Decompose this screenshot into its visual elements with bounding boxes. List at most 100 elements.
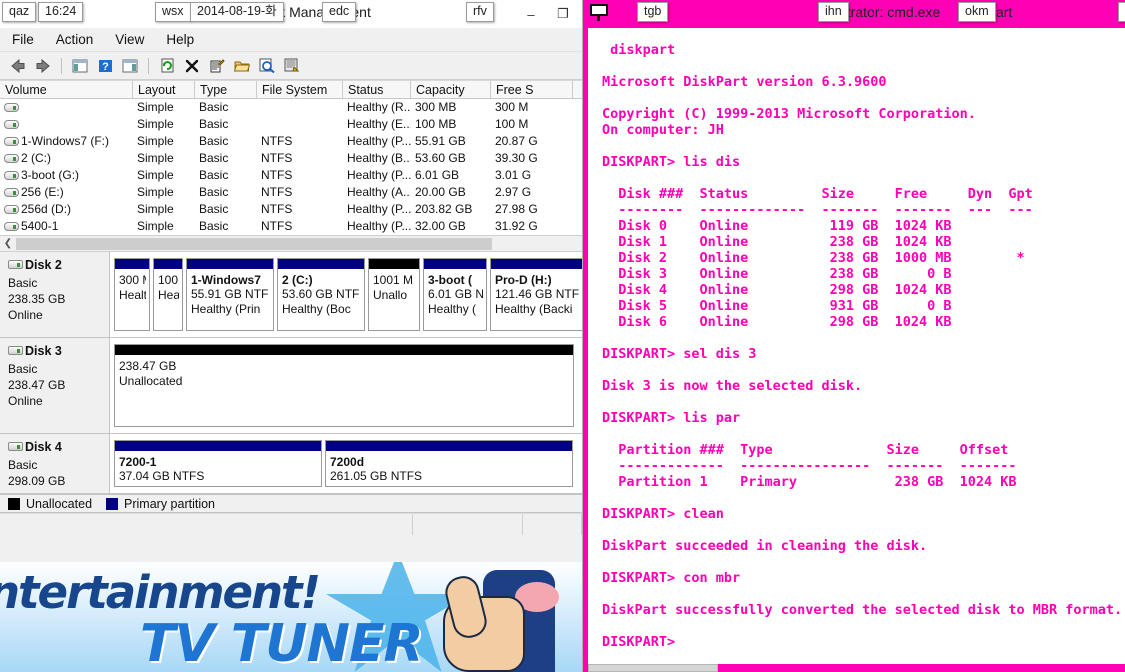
hotkey-chip[interactable]: qaz [2, 2, 37, 22]
legend-label-unallocated: Unallocated [26, 496, 93, 511]
hotkey-chip[interactable]: okm [958, 2, 996, 22]
disk-info: Disk 3 Basic 238.47 GB Online [0, 338, 110, 433]
disk-state: Online [8, 394, 43, 408]
volume-label: 3-boot (G:) [21, 168, 80, 182]
hotkey-chip[interactable]: edc [322, 2, 357, 22]
menu-item-file[interactable]: File [12, 32, 34, 47]
table-row[interactable]: 256 (E:) Simple Basic NTFS Healthy (A... 20.0… [0, 184, 582, 201]
partition-label: 7200-1 [119, 455, 157, 469]
advertisement-banner[interactable]: ntertainment! TV TUNER [0, 562, 582, 672]
scroll-left-icon[interactable]: ❮ [0, 238, 16, 249]
partition[interactable]: 1001 M Unallo [368, 258, 420, 331]
disk-icon [8, 346, 23, 355]
partition[interactable]: 2 (C:) 53.60 GB NTF Healthy (Boc [277, 258, 365, 331]
column-header-file-system[interactable]: File System [257, 81, 343, 98]
partition[interactable]: 300 MHealt [114, 258, 150, 331]
hotkey-chip[interactable]: 16:24 [38, 2, 84, 22]
column-header-layout[interactable]: Layout [133, 81, 195, 98]
console-line: Copyright (C) 1999-2013 Microsoft Corpor… [602, 106, 976, 122]
column-header-free-space[interactable]: Free S [491, 81, 573, 98]
volume-list[interactable]: Volume Layout Type File System Status Ca… [0, 80, 582, 251]
partition-color-bar [115, 441, 321, 451]
column-header-status[interactable]: Status [343, 81, 411, 98]
column-header-type[interactable]: Type [195, 81, 257, 98]
cell-capacity: 55.91 GB [415, 134, 466, 148]
table-row[interactable]: Simple Basic Healthy (E... 100 MB 100 M [0, 116, 582, 133]
delete-icon[interactable] [182, 56, 202, 76]
partition[interactable]: 7200d 261.05 GB NTFS [325, 440, 573, 487]
partition[interactable]: 1-Windows7 55.91 GB NTF Healthy (Prin [186, 258, 274, 331]
table-row[interactable]: Simple Basic Healthy (R... 300 MB 300 M [0, 99, 582, 116]
table-row[interactable]: 5400-1 Simple Basic NTFS Healthy (P... 32.00 … [0, 218, 582, 235]
hotkey-chip[interactable]: ihn [818, 2, 849, 22]
help-icon[interactable]: ? [95, 56, 115, 76]
minimize-button[interactable]: – [522, 7, 540, 22]
cell-file-system: NTFS [261, 219, 293, 233]
scrollbar-thumb[interactable] [16, 237, 492, 250]
cell-status: Healthy (B... [347, 151, 411, 165]
disk-size: 298.09 GB [8, 474, 66, 488]
partition[interactable]: 238.47 GB Unallocated [114, 344, 574, 427]
menu-bar: File Action View Help [0, 28, 582, 52]
cell-capacity: 32.00 GB [415, 219, 466, 233]
search-icon[interactable] [257, 56, 277, 76]
hotkey-chip[interactable]: wsx [155, 2, 191, 22]
partition[interactable]: 100 Hea [153, 258, 183, 331]
partition[interactable]: Pro-D (H:) 121.46 GB NTF Healthy (Backi [490, 258, 582, 331]
cell-volume: 5400-1 [0, 218, 133, 235]
hotkey-chip[interactable]: tgb [637, 2, 669, 22]
hotkey-chip[interactable]: p [1118, 2, 1125, 22]
disk-info: Disk 2 Basic 238.35 GB Online [0, 252, 110, 337]
console-system-icon[interactable] [589, 4, 609, 22]
console-line: DISKPART> clean [602, 506, 724, 522]
menu-item-action[interactable]: Action [56, 32, 94, 47]
column-header-capacity[interactable]: Capacity [411, 81, 491, 98]
hotkey-chip[interactable]: rfv [466, 2, 494, 22]
partition-size: 6.01 GB N [428, 287, 483, 301]
hotkey-chip[interactable]: 2014-08-19-화 [190, 2, 284, 22]
partition-status: Healthy (Backi [495, 302, 573, 316]
menu-item-help[interactable]: Help [166, 32, 194, 47]
cell-free-space: 27.98 G [495, 202, 538, 216]
cell-status: Healthy (P... [347, 202, 411, 216]
show-action-pane-icon[interactable] [120, 56, 140, 76]
volume-rows: Simple Basic Healthy (R... 300 MB 300 M Simpl… [0, 99, 582, 235]
menu-item-view[interactable]: View [115, 32, 144, 47]
maximize-button[interactable]: ❐ [554, 6, 572, 22]
console-hscrollbar[interactable] [588, 664, 718, 672]
table-row[interactable]: 3-boot (G:) Simple Basic NTFS Healthy (P... 6… [0, 167, 582, 184]
partition-color-bar [187, 259, 273, 269]
console-output[interactable]: diskpart Microsoft DiskPart version 6.3.… [588, 28, 1125, 664]
console-line: DISKPART> con mbr [602, 570, 741, 586]
cell-volume: 2 (C:) [0, 150, 133, 167]
partition[interactable]: 3-boot (6.01 GB N Healthy ( [423, 258, 487, 331]
table-row[interactable]: 2 (C:) Simple Basic NTFS Healthy (B... 53.60 … [0, 150, 582, 167]
properties-icon[interactable] [207, 56, 227, 76]
open-folder-icon[interactable] [232, 56, 252, 76]
cell-free-space: 300 M [495, 100, 529, 114]
disk-block[interactable]: Disk 4 Basic 298.09 GB 7200-1 37.04 GB NTFS 7… [0, 434, 582, 494]
disk-block[interactable]: Disk 3 Basic 238.47 GB Online 238.47 GB Unall… [0, 338, 582, 434]
disk-name: Disk 2 [8, 258, 109, 272]
disk-block[interactable]: Disk 2Basic238.35 GBOnline300 MHealt100H… [0, 252, 582, 338]
console-line: Disk 3 is now the selected disk. [602, 378, 863, 394]
column-header-volume[interactable]: Volume [0, 81, 133, 98]
cell-capacity: 6.01 GB [415, 168, 460, 182]
show-pane-icon[interactable] [70, 56, 90, 76]
back-arrow-icon[interactable] [8, 56, 28, 76]
cell-type: Basic [199, 185, 229, 199]
partition[interactable]: 7200-1 37.04 GB NTFS [114, 440, 322, 487]
forward-arrow-icon[interactable] [33, 56, 53, 76]
volume-list-hscrollbar[interactable]: ❮ [0, 235, 582, 251]
refresh-icon[interactable] [157, 56, 177, 76]
cell-capacity: 203.82 GB [415, 202, 473, 216]
console-line: Microsoft DiskPart version 6.3.9600 [602, 74, 887, 90]
cell-free-space: 3.01 G [495, 168, 532, 182]
disk-size: 238.35 GB [8, 292, 66, 306]
export-list-icon[interactable] [282, 56, 302, 76]
table-row[interactable]: 1-Windows7 (F:) Simple Basic NTFS Healthy (P… [0, 133, 582, 150]
table-row[interactable]: 256d (D:) Simple Basic NTFS Healthy (P... 203… [0, 201, 582, 218]
cell-status: Healthy (A... [347, 185, 411, 199]
